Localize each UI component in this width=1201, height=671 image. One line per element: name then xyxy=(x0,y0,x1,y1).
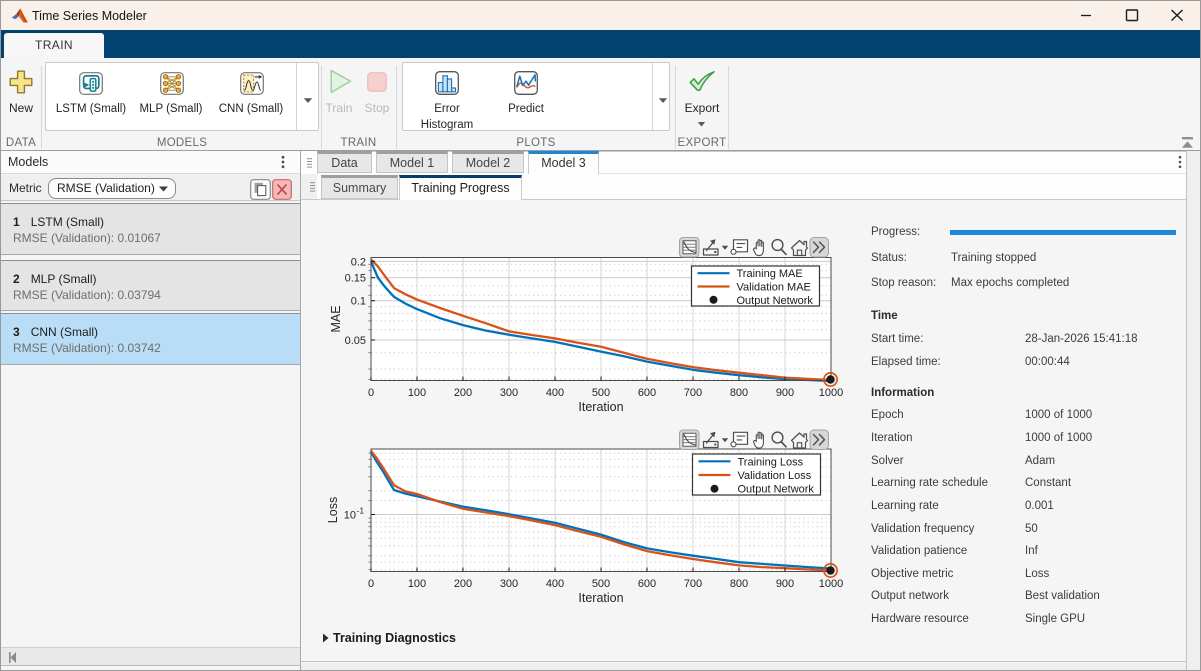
svg-text:0.2: 0.2 xyxy=(351,256,366,268)
svg-text:0.15: 0.15 xyxy=(345,273,366,285)
svg-text:Loss: Loss xyxy=(326,497,340,523)
svg-text:700: 700 xyxy=(684,387,702,399)
svg-text:Validation Loss: Validation Loss xyxy=(738,470,812,482)
svg-text:900: 900 xyxy=(776,387,794,399)
svg-text:1000: 1000 xyxy=(819,387,843,399)
svg-text:0.05: 0.05 xyxy=(345,335,366,347)
svg-text:Iteration: Iteration xyxy=(578,400,623,414)
svg-text:Validation MAE: Validation MAE xyxy=(737,282,811,294)
svg-text:800: 800 xyxy=(730,578,748,590)
svg-text:Iteration: Iteration xyxy=(578,591,623,605)
svg-text:1000: 1000 xyxy=(819,578,843,590)
svg-text:Output Network: Output Network xyxy=(737,295,814,307)
svg-text:600: 600 xyxy=(638,387,656,399)
svg-text:800: 800 xyxy=(730,387,748,399)
svg-text:Training MAE: Training MAE xyxy=(737,268,803,280)
svg-text:MAE: MAE xyxy=(329,305,343,332)
svg-text:600: 600 xyxy=(638,578,656,590)
svg-text:Output Network: Output Network xyxy=(738,484,815,496)
svg-text:200: 200 xyxy=(454,578,472,590)
svg-text:0: 0 xyxy=(368,578,374,590)
svg-text:Training Loss: Training Loss xyxy=(738,456,804,468)
svg-text:400: 400 xyxy=(546,578,564,590)
svg-text:400: 400 xyxy=(546,387,564,399)
svg-text:100: 100 xyxy=(408,387,426,399)
svg-text:200: 200 xyxy=(454,387,472,399)
svg-text:500: 500 xyxy=(592,578,610,590)
svg-text:900: 900 xyxy=(776,578,794,590)
svg-text:10: 10 xyxy=(344,510,356,522)
svg-text:0: 0 xyxy=(368,387,374,399)
svg-text:0.1: 0.1 xyxy=(351,296,366,308)
svg-text:100: 100 xyxy=(408,578,426,590)
svg-text:300: 300 xyxy=(500,387,518,399)
svg-text:500: 500 xyxy=(592,387,610,399)
svg-text:-1: -1 xyxy=(357,506,365,516)
svg-text:700: 700 xyxy=(684,578,702,590)
svg-text:300: 300 xyxy=(500,578,518,590)
